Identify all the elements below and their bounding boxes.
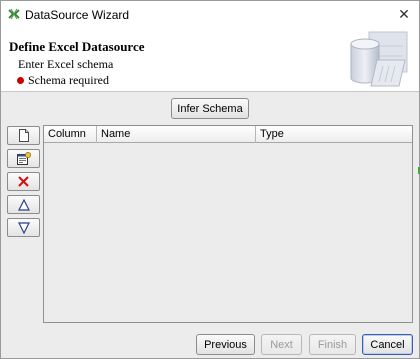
page-title: Define Excel Datasource: [9, 39, 145, 54]
move-down-button[interactable]: [7, 218, 40, 237]
move-up-icon: [17, 198, 30, 211]
column-header-column[interactable]: Column: [44, 126, 97, 143]
window-title: DataSource Wizard: [25, 8, 130, 22]
properties-icon: [16, 152, 31, 165]
new-row-button[interactable]: [7, 126, 40, 145]
status-message: Schema required: [17, 73, 109, 88]
move-down-icon: [17, 221, 30, 234]
table-header: Column Name Type: [44, 126, 412, 143]
status-text: Schema required: [28, 73, 109, 87]
infer-schema-button[interactable]: Infer Schema: [171, 98, 249, 119]
delete-button[interactable]: [7, 172, 40, 191]
error-dot-icon: [17, 77, 24, 84]
finish-button[interactable]: Finish: [309, 334, 356, 355]
close-icon: ✕: [398, 6, 410, 22]
wizard-window: DataSource Wizard ✕ Define Excel Datasou…: [0, 0, 420, 359]
title-bar: DataSource Wizard ✕: [1, 1, 419, 28]
delete-icon: [18, 176, 29, 187]
page-subtitle: Enter Excel schema: [18, 57, 114, 71]
properties-button[interactable]: [7, 149, 40, 168]
move-up-button[interactable]: [7, 195, 40, 214]
cancel-button[interactable]: Cancel: [362, 334, 413, 355]
column-header-name[interactable]: Name: [97, 126, 256, 143]
previous-button[interactable]: Previous: [196, 334, 255, 355]
close-button[interactable]: ✕: [389, 1, 419, 28]
next-button[interactable]: Next: [261, 334, 302, 355]
database-graphic-icon: [350, 31, 408, 87]
app-icon: [8, 8, 20, 20]
new-row-icon: [18, 129, 29, 142]
wizard-header: Define Excel Datasource Enter Excel sche…: [1, 28, 419, 92]
schema-table[interactable]: Column Name Type: [43, 125, 413, 323]
column-header-type[interactable]: Type: [256, 126, 412, 143]
